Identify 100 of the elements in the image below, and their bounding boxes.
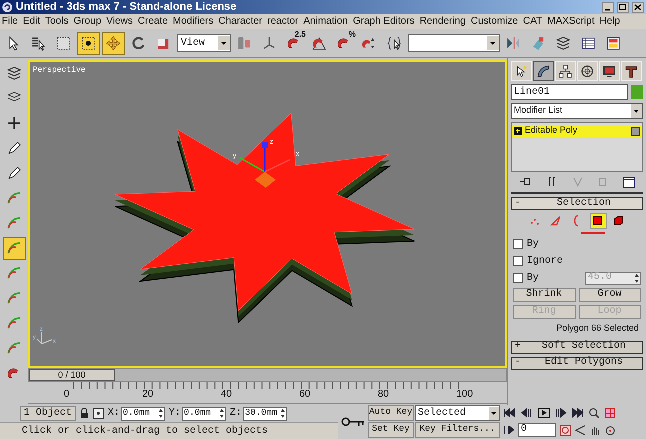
spinner-arrows-icon (219, 408, 226, 419)
configure-icon[interactable] (623, 176, 635, 188)
coordinate-field[interactable]: 30.0mm (243, 406, 288, 420)
menu-item[interactable]: Character (218, 16, 263, 26)
checkbox-label: By (527, 238, 540, 252)
spinner-arrows-icon (280, 408, 286, 419)
viewport-label: Perspective (33, 65, 86, 77)
close-button[interactable] (632, 2, 644, 12)
checkbox[interactable] (513, 256, 523, 266)
maximize-button[interactable] (617, 2, 629, 12)
lock-icon[interactable] (80, 408, 90, 419)
ruler-label: 20 (142, 390, 154, 400)
maximize-icon (619, 4, 627, 10)
orbit-icon[interactable] (605, 424, 616, 436)
stack-item[interactable]: Editable Poly (512, 125, 642, 137)
menu-item[interactable]: Edit (23, 16, 40, 26)
zoom-icon[interactable] (589, 408, 600, 418)
tool-button[interactable]: 2.5 (283, 32, 306, 54)
hand-pan-icon[interactable] (590, 424, 601, 436)
menu-item[interactable]: MAXScript (547, 16, 595, 26)
frame-field[interactable]: 0 (518, 423, 556, 437)
rotate-icon (130, 34, 147, 52)
set-key-button[interactable]: Set Key (368, 422, 414, 438)
curve-icon (536, 64, 551, 78)
axis-tripod-icon (36, 332, 52, 344)
pin-icon[interactable] (519, 177, 531, 187)
menu-item[interactable]: Rendering (420, 16, 466, 26)
toolbar-dropdown[interactable] (408, 34, 500, 52)
tool-button[interactable] (77, 32, 100, 54)
plus-icon (6, 115, 22, 132)
toggle-square-icon (631, 126, 640, 136)
play-icon[interactable] (538, 408, 550, 418)
subobject-button[interactable] (590, 213, 606, 229)
layers-icon (6, 65, 22, 82)
menu-item[interactable]: Tools (45, 16, 69, 26)
rollout-header[interactable]: - Selection (511, 197, 643, 210)
command-tab[interactable] (533, 61, 554, 81)
braces-cursor-icon (386, 34, 403, 52)
skip-start-icon[interactable] (504, 408, 516, 418)
checkbox-label: Ignore (527, 254, 564, 268)
axis-prefix: Z: (230, 407, 242, 421)
skip-end-icon[interactable] (572, 408, 584, 418)
checkbox[interactable] (513, 239, 523, 249)
rollout-sign: - (515, 358, 522, 368)
rollout-header[interactable]: - Edit Polygons (511, 356, 643, 370)
axes-icon (261, 34, 278, 52)
rollout-button[interactable]: Shrink (513, 288, 576, 302)
ruler-label: 100 (456, 390, 474, 400)
menu-item[interactable]: Help (600, 16, 620, 26)
dropdown-caret-icon (631, 104, 642, 118)
element-mode-icon (613, 215, 625, 227)
minimize-button[interactable] (602, 2, 614, 12)
selection-count-field: 1 Object (20, 406, 76, 421)
rollout-header[interactable]: + Soft Selection (511, 340, 643, 354)
menu-item[interactable]: Animation (304, 16, 348, 26)
transform-gizmo-drawing (240, 142, 290, 188)
field-of-view-icon[interactable] (575, 424, 586, 436)
menu-item[interactable]: CAT (523, 16, 542, 26)
app-logo-icon (2, 2, 13, 12)
time-config-icon[interactable] (560, 424, 571, 436)
menu-item[interactable]: Create (138, 16, 168, 26)
wheel-icon (580, 64, 595, 78)
object-name-field[interactable]: Line01 (511, 84, 628, 100)
menu-item[interactable]: Modifiers (173, 16, 214, 26)
tool-button[interactable]: % (333, 32, 356, 54)
monitor-icon (602, 64, 617, 78)
key-icon[interactable] (341, 417, 365, 427)
object-color-swatch[interactable] (631, 85, 643, 99)
pivot-icon (236, 34, 253, 52)
spinner-arrows-icon (634, 272, 640, 284)
menu-item[interactable]: Customize (470, 16, 518, 26)
key-mode-toggle-icon[interactable] (504, 426, 514, 434)
zoom-all-icon[interactable] (605, 408, 616, 418)
rollout-sign: + (515, 342, 522, 352)
render-window-icon (605, 34, 622, 52)
dotted-rectangle-icon (55, 34, 72, 52)
menu-item[interactable]: Graph Editors (353, 16, 415, 26)
time-slider-thumb[interactable]: 0 / 100 (29, 369, 115, 381)
key-filters-button[interactable]: Key Filters... (415, 422, 500, 438)
fork-icon[interactable] (547, 177, 557, 187)
menu-item[interactable]: reactor (268, 16, 299, 26)
step-back-icon[interactable] (521, 408, 533, 418)
coordinate-field[interactable]: 0.0mm (121, 406, 166, 420)
menu-item[interactable]: File (2, 16, 18, 26)
rollout-button[interactable]: Grow (578, 288, 641, 302)
dropdown-caret-icon (218, 36, 230, 50)
ruler-label: 40 (221, 390, 232, 400)
key-mode-dropdown[interactable]: Selected (415, 405, 500, 421)
step-forward-icon[interactable] (555, 408, 567, 418)
axis-prefix: Y: (169, 407, 182, 421)
absolute-mode-icon[interactable] (93, 408, 104, 419)
toolbar-dropdown[interactable]: View (177, 34, 231, 52)
menu-item[interactable]: Group (74, 16, 102, 26)
hierarchy-icon (558, 64, 573, 78)
dropdown-caret-icon (487, 36, 499, 50)
auto-key-button[interactable]: Auto Key (368, 405, 414, 421)
modifier-list-dropdown[interactable]: Modifier List (511, 103, 643, 119)
edge-mode-icon (550, 215, 562, 227)
coordinate-field[interactable]: 0.0mm (182, 406, 226, 420)
menu-item[interactable]: Views (106, 16, 134, 26)
